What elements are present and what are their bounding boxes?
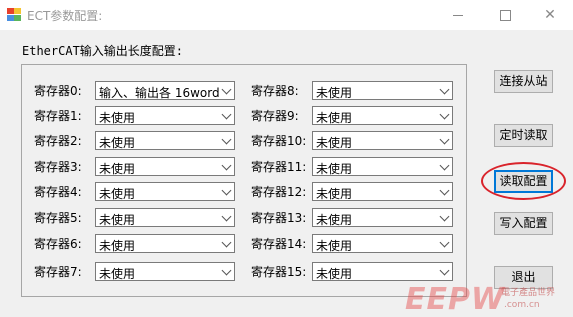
register-label-7: 寄存器7: [34,265,82,279]
minimize-icon [453,14,463,16]
write-config-button[interactable]: 写入配置 [494,212,553,235]
register-label-9: 寄存器9: [251,109,299,123]
window-title: ECT参数配置: [27,9,103,23]
watermark-url: .com.cn [504,300,540,310]
chevron-down-icon [221,265,232,276]
register-select-9[interactable]: 未使用 [312,106,453,125]
maximize-button[interactable] [482,0,528,30]
register-label-12: 寄存器12: [251,185,307,199]
chevron-down-icon [439,211,450,222]
register-label-10: 寄存器10: [251,134,307,148]
register-label-8: 寄存器8: [251,84,299,98]
title-bar: ECT参数配置: ✕ [0,0,573,30]
register-select-13[interactable]: 未使用 [312,208,453,227]
register-select-0[interactable]: 输入、输出各 16word [95,81,235,100]
chevron-down-icon [439,109,450,120]
register-label-1: 寄存器1: [34,109,82,123]
chevron-down-icon [221,160,232,171]
minimize-button[interactable] [435,0,481,30]
register-label-14: 寄存器14: [251,237,307,251]
register-label-5: 寄存器5: [34,211,82,225]
chevron-down-icon [439,185,450,196]
chevron-down-icon [439,160,450,171]
connect-slave-button[interactable]: 连接从站 [494,70,553,93]
timed-read-button[interactable]: 定时读取 [494,124,553,147]
register-select-12[interactable]: 未使用 [312,182,453,201]
register-label-6: 寄存器6: [34,237,82,251]
register-select-5[interactable]: 未使用 [95,208,235,227]
chevron-down-icon [439,84,450,95]
chevron-down-icon [221,84,232,95]
chevron-down-icon [221,185,232,196]
chevron-down-icon [439,237,450,248]
chevron-down-icon [439,265,450,276]
register-label-15: 寄存器15: [251,265,307,279]
chevron-down-icon [221,109,232,120]
watermark-logo: EEPW [405,282,506,317]
close-button[interactable]: ✕ [527,0,573,30]
section-label: EtherCAT输入输出长度配置: [22,44,184,58]
chevron-down-icon [221,237,232,248]
register-label-3: 寄存器3: [34,160,82,174]
annotation-circle [481,162,566,200]
app-icon [7,8,21,21]
watermark-text: 電子產品世界 [501,288,556,298]
register-select-14[interactable]: 未使用 [312,234,453,253]
register-select-7[interactable]: 未使用 [95,262,235,281]
register-label-0: 寄存器0: [34,84,82,98]
chevron-down-icon [439,134,450,145]
register-label-4: 寄存器4: [34,185,82,199]
register-select-6[interactable]: 未使用 [95,234,235,253]
register-select-3[interactable]: 未使用 [95,157,235,176]
chevron-down-icon [221,211,232,222]
register-select-4[interactable]: 未使用 [95,182,235,201]
register-select-2[interactable]: 未使用 [95,131,235,150]
register-select-8[interactable]: 未使用 [312,81,453,100]
register-select-10[interactable]: 未使用 [312,131,453,150]
close-icon: ✕ [544,7,556,23]
register-label-13: 寄存器13: [251,211,307,225]
register-label-11: 寄存器11: [251,160,307,174]
register-select-1[interactable]: 未使用 [95,106,235,125]
maximize-icon [499,9,511,21]
register-label-2: 寄存器2: [34,134,82,148]
register-select-11[interactable]: 未使用 [312,157,453,176]
chevron-down-icon [221,134,232,145]
register-select-15[interactable]: 未使用 [312,262,453,281]
